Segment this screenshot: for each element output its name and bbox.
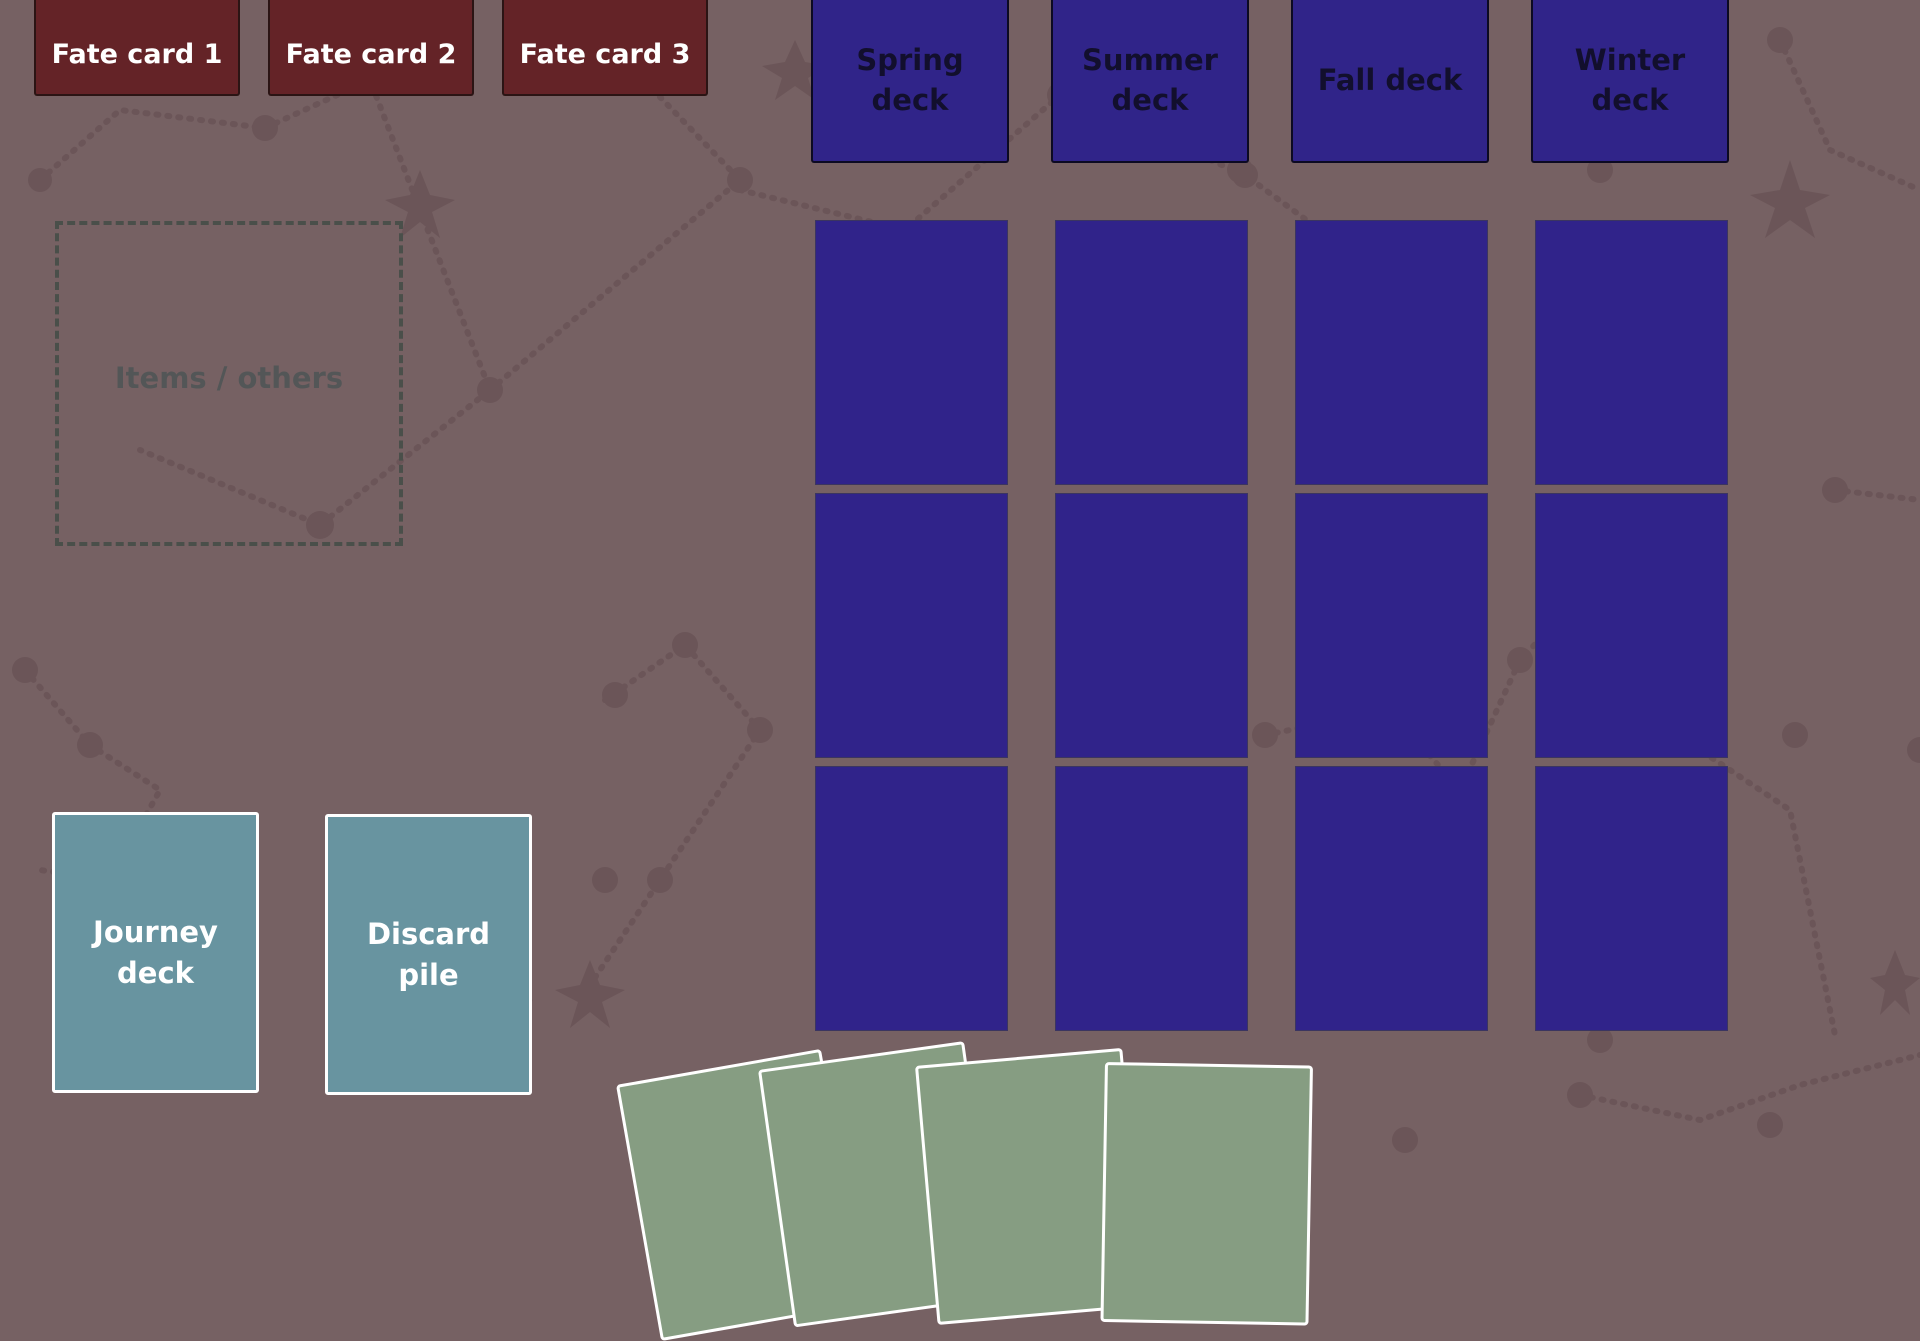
card-slot[interactable]: [1295, 766, 1488, 1031]
card-slot[interactable]: [1055, 220, 1248, 485]
spring-deck[interactable]: Spring deck: [811, 0, 1009, 163]
discard-pile[interactable]: Discard pile: [325, 814, 532, 1095]
card-slot[interactable]: [1535, 220, 1728, 485]
journey-deck[interactable]: Journey deck: [52, 812, 259, 1093]
fate-card-3[interactable]: Fate card 3: [502, 0, 708, 96]
winter-deck[interactable]: Winter deck: [1531, 0, 1729, 163]
card-slot[interactable]: [1535, 493, 1728, 758]
card-slot[interactable]: [1295, 493, 1488, 758]
card-slot[interactable]: [1535, 766, 1728, 1031]
items-zone-label: Items / others: [114, 360, 344, 395]
card-slot[interactable]: [815, 220, 1008, 485]
journey-deck-label: Journey deck: [93, 914, 218, 990]
fall-deck[interactable]: Fall deck: [1291, 0, 1489, 163]
discard-pile-label: Discard pile: [366, 916, 491, 992]
hand-card[interactable]: [1100, 1062, 1313, 1326]
items-zone[interactable]: Items / others: [55, 221, 403, 546]
card-slot[interactable]: [1055, 766, 1248, 1031]
fate-card-1[interactable]: Fate card 1: [34, 0, 240, 96]
card-slot[interactable]: [815, 493, 1008, 758]
fate-card-2[interactable]: Fate card 2: [268, 0, 474, 96]
card-slot[interactable]: [1295, 220, 1488, 485]
card-slot[interactable]: [815, 766, 1008, 1031]
card-slot[interactable]: [1055, 493, 1248, 758]
summer-deck[interactable]: Summer deck: [1051, 0, 1249, 163]
